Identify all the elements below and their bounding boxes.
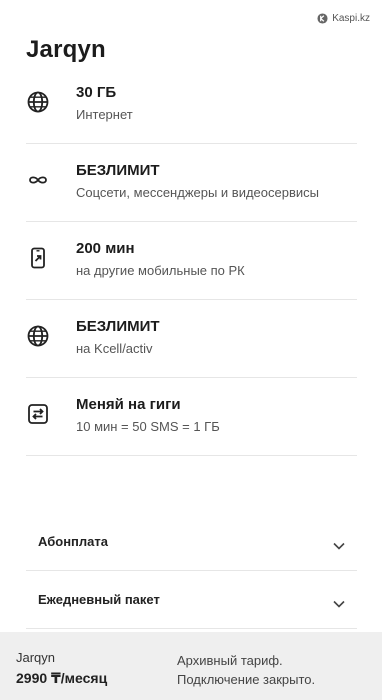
accordion-item-subscription-fee[interactable]: Абонплата [26,513,357,571]
feature-swap-giga: Меняй на гиги 10 мин = 50 SMS = 1 ГБ [26,378,357,456]
feature-sub: Интернет [76,107,133,122]
watermark-text: Kaspi.kz [332,13,370,24]
swap-icon [28,404,48,424]
accordion-label: Ежедневный пакет [38,592,160,607]
feature-sub: на Kcell/activ [76,341,153,356]
feature-unlimited-network: БЕЗЛИМИТ на Kcell/activ [26,300,357,378]
feature-internet: 30 ГБ Интернет [26,66,357,144]
page-title: Jarqyn [26,36,106,63]
accordion-label: Абонплата [38,534,108,549]
feature-main: 200 мин [76,240,135,257]
status-line-closed: Подключение закрыто. [177,672,316,687]
tariff-footer: Jarqyn 2990 ₸/месяц Архивный тариф. Подк… [0,632,382,700]
globe-icon [27,91,49,113]
kaspi-logo-icon [317,13,328,24]
feature-main: 30 ГБ [76,84,117,101]
feature-main: Меняй на гиги [76,396,181,413]
chevron-down-icon [333,542,345,550]
chevron-down-icon [333,600,345,608]
feature-minutes: 200 мин на другие мобильные по РК [26,222,357,300]
kaspi-watermark: Kaspi.kz [317,13,370,24]
footer-tariff-name: Jarqyn [16,650,56,665]
feature-sub: 10 мин = 50 SMS = 1 ГБ [76,419,220,434]
feature-sub: на другие мобильные по РК [76,263,245,278]
globe-icon [27,325,49,347]
details-accordion: Абонплата Ежедневный пакет [26,513,357,629]
footer-status: Архивный тариф. Подключение закрыто. [177,651,315,689]
infinity-icon [29,176,47,184]
feature-unlimited-social: БЕЗЛИМИТ Соцсети, мессенджеры и видеосер… [26,144,357,222]
feature-list: 30 ГБ Интернет БЕЗЛИМИТ Соцсети, мессенд… [26,66,357,456]
feature-main: БЕЗЛИМИТ [76,318,160,335]
status-line-archived: Архивный тариф. [177,653,283,668]
phone-arrow-icon [31,247,45,269]
accordion-item-daily-package[interactable]: Ежедневный пакет [26,571,357,629]
feature-sub: Соцсети, мессенджеры и видеосервисы [76,185,319,200]
feature-main: БЕЗЛИМИТ [76,162,160,179]
footer-price: 2990 ₸/месяц [16,670,108,686]
